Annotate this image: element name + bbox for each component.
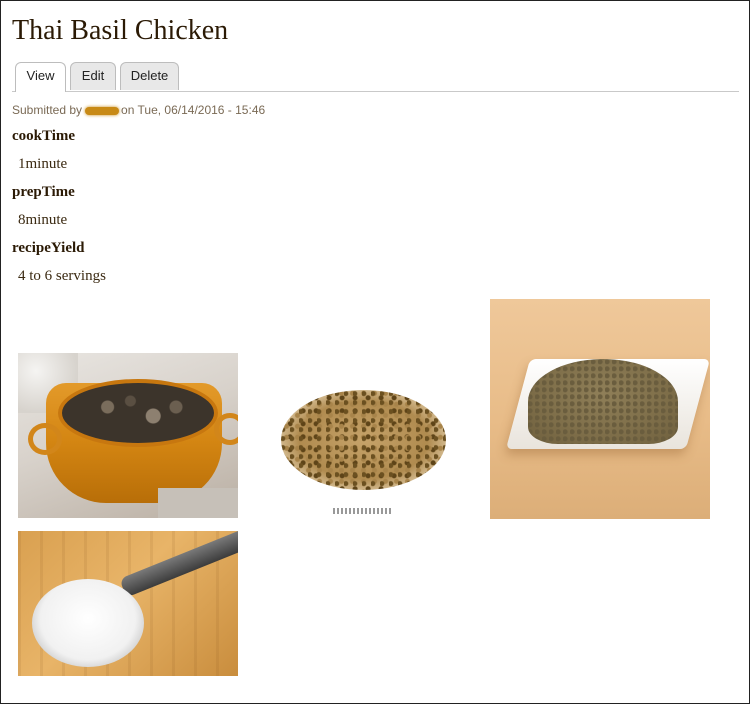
page-frame: Thai Basil Chicken View Edit Delete Subm… (0, 0, 750, 704)
field-value-cooktime: 1minute (18, 156, 68, 172)
measuring-scoop-image (18, 531, 238, 676)
image-detail (28, 423, 62, 455)
author-name-redacted[interactable] (85, 107, 120, 115)
field-value-preptime: 8minute (18, 212, 68, 228)
submitted-info: Submitted by on Tue, 06/14/2016 - 15:46 (12, 103, 265, 117)
node-tabs: View Edit Delete (12, 62, 739, 92)
image-detail (528, 359, 678, 444)
field-label-cooktime: cookTime (12, 128, 76, 144)
image-detail (214, 413, 238, 445)
field-label-recipeyield: recipeYield (12, 240, 85, 256)
pot-of-stew-image (18, 353, 238, 518)
tab-view[interactable]: View (15, 62, 66, 92)
submitted-date: on Tue, 06/14/2016 - 15:46 (121, 103, 266, 117)
submitted-prefix: Submitted by (12, 103, 83, 117)
field-value-recipeyield: 4 to 6 servings (18, 268, 106, 284)
image-detail (32, 579, 144, 667)
field-label-preptime: prepTime (12, 184, 75, 200)
image-detail (58, 379, 218, 447)
page-title: Thai Basil Chicken (12, 15, 229, 46)
tab-edit[interactable]: Edit (70, 62, 116, 90)
watermark (333, 508, 393, 514)
tab-delete[interactable]: Delete (120, 62, 179, 90)
image-detail (158, 488, 238, 518)
seed-heap-image (271, 376, 456, 524)
spice-powder-on-plate-image (490, 299, 710, 519)
image-detail (281, 390, 446, 490)
